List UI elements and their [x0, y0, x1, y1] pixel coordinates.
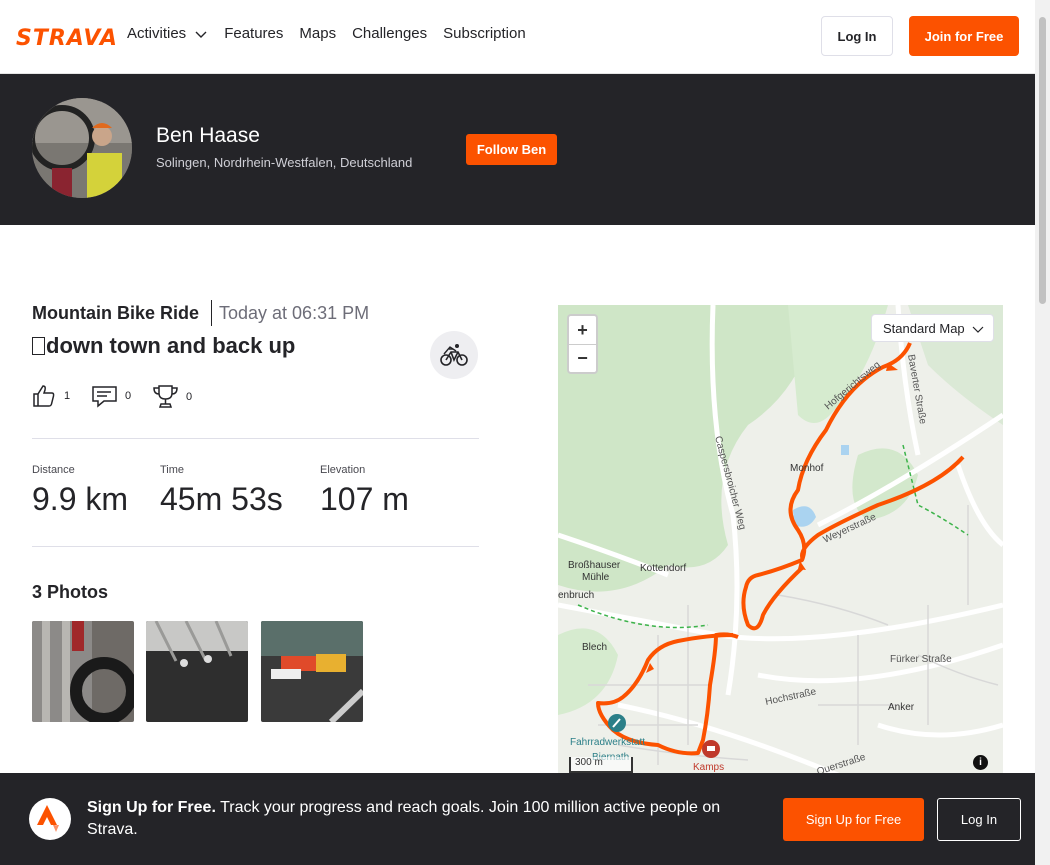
stat-time-label: Time — [160, 464, 185, 476]
trophy-icon — [153, 385, 178, 408]
follow-button[interactable]: Follow Ben — [466, 134, 557, 165]
svg-text:Fahrradwerkstatt: Fahrradwerkstatt — [570, 737, 645, 748]
stat-distance-value: 9.9 km — [32, 481, 129, 517]
divider — [32, 546, 479, 547]
zoom-control: + − — [567, 314, 598, 374]
comment-icon — [92, 386, 117, 408]
scrollbar-thumb[interactable] — [1039, 17, 1046, 304]
nav-challenges[interactable]: Challenges — [352, 25, 427, 42]
nav-maps[interactable]: Maps — [299, 25, 336, 42]
banner-login-button[interactable]: Log In — [937, 798, 1021, 841]
route-map[interactable]: Hofgerichtsweg Baverter Straße Caspersbr… — [558, 305, 1003, 775]
avatar[interactable] — [32, 98, 132, 198]
svg-text:Kamps: Kamps — [693, 762, 724, 773]
athlete-banner: Ben Haase Solingen, Nordrhein-Westfalen,… — [0, 74, 1035, 225]
nav-features[interactable]: Features — [224, 25, 283, 42]
zoom-out-button[interactable]: − — [569, 344, 596, 372]
comments-count: 0 — [125, 390, 132, 402]
athlete-location: Solingen, Nordrhein-Westfalen, Deutschla… — [156, 155, 413, 170]
chevron-down-icon — [195, 31, 207, 38]
signup-banner: Sign Up for Free. Track your progress an… — [0, 773, 1035, 865]
photos-heading: 3 Photos — [32, 582, 109, 602]
thumbs-up-icon — [33, 385, 55, 407]
activity-title: down town and back up — [32, 333, 295, 359]
athlete-name[interactable]: Ben Haase — [156, 124, 260, 148]
missing-glyph-icon — [32, 337, 45, 355]
signup-message: Sign Up for Free. Track your progress an… — [87, 797, 767, 841]
svg-text:Anker: Anker — [888, 702, 915, 713]
achievements-button[interactable]: 0 — [153, 384, 192, 409]
svg-text:Kottendorf: Kottendorf — [640, 563, 686, 574]
stat-distance-label: Distance — [32, 464, 75, 476]
svg-text:enbruch: enbruch — [558, 590, 594, 601]
nav-activities-label: Activities — [127, 25, 187, 42]
svg-text:Mühle: Mühle — [582, 572, 610, 583]
comments-button[interactable]: 0 — [92, 384, 131, 408]
stat-time-value: 45m 53s — [160, 481, 283, 517]
stat-elevation-label: Elevation — [320, 464, 366, 476]
svg-text:Blech: Blech — [582, 642, 607, 653]
svg-text:Broßhauser: Broßhauser — [568, 560, 621, 571]
divider — [32, 438, 479, 439]
nav-links: Activities Features Maps Challenges Subs… — [127, 25, 526, 42]
mountain-bike-icon — [430, 331, 478, 379]
photo-thumbnail[interactable] — [146, 621, 248, 722]
photo-thumbnail[interactable] — [32, 621, 134, 722]
nav-subscription[interactable]: Subscription — [443, 25, 526, 42]
svg-text:Fürker Straße: Fürker Straße — [890, 654, 952, 665]
login-button[interactable]: Log In — [821, 16, 893, 56]
join-button[interactable]: Join for Free — [909, 16, 1019, 56]
strava-logo[interactable]: STRAVA — [16, 26, 118, 51]
svg-text:Monhof: Monhof — [790, 463, 824, 474]
activity-page: STRAVA Activities Features Maps Challeng… — [0, 0, 1050, 865]
header-separator — [211, 300, 212, 326]
map-type-select[interactable]: Standard Map — [871, 314, 994, 342]
stat-elevation-value: 107 m — [320, 481, 409, 517]
kudos-button[interactable]: 1 — [32, 384, 70, 408]
photo-thumbnail[interactable] — [261, 621, 363, 722]
chevron-down-icon — [972, 326, 984, 333]
activity-date: Today at 06:31 PM — [219, 303, 370, 323]
kudos-count: 1 — [64, 390, 71, 402]
bike-icon — [440, 344, 468, 366]
map-canvas: Hofgerichtsweg Baverter Straße Caspersbr… — [558, 305, 1003, 775]
map-type-label: Standard Map — [883, 320, 965, 336]
info-icon[interactable]: i — [973, 755, 988, 770]
activity-type: Mountain Bike Ride — [32, 303, 200, 323]
activity-title-text: down town and back up — [46, 333, 296, 358]
achievements-count: 0 — [186, 390, 193, 403]
signup-button[interactable]: Sign Up for Free — [783, 798, 924, 841]
signup-bold: Sign Up for Free. — [87, 799, 216, 816]
avatar-photo — [32, 98, 132, 198]
top-navigation: STRAVA Activities Features Maps Challeng… — [0, 0, 1035, 74]
zoom-in-button[interactable]: + — [569, 316, 596, 344]
map-scale: 300 m — [569, 757, 633, 773]
nav-activities[interactable]: Activities — [127, 25, 208, 42]
strava-app-icon — [29, 798, 71, 840]
